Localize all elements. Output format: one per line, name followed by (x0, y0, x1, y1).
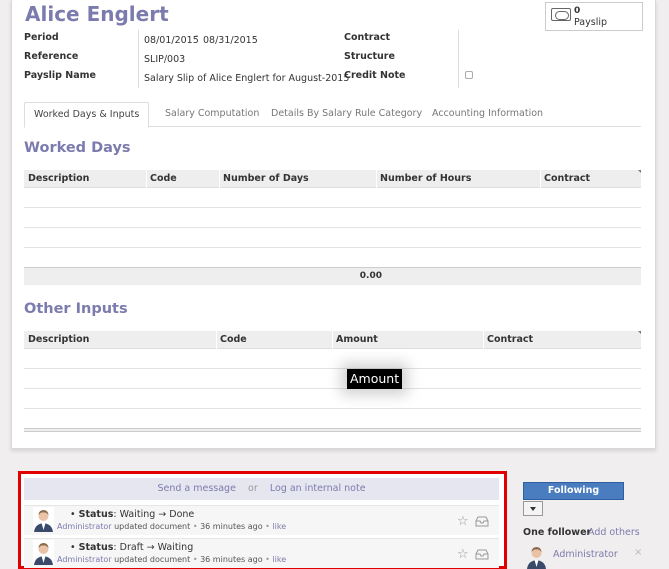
avatar (33, 540, 54, 565)
worked-days-table: Description Code Number of Days Number o… (24, 170, 641, 288)
author-link[interactable]: Administrator (57, 555, 112, 564)
tab-worked-days-inputs[interactable]: Worked Days & Inputs (24, 102, 150, 128)
send-message-link[interactable]: Send a message (157, 483, 235, 494)
log-note-link[interactable]: Log an internal note (270, 483, 366, 494)
author-link[interactable]: Administrator (57, 522, 112, 531)
status-label: Status (78, 542, 114, 553)
message-composer-bar: Send a message or Log an internal note (24, 478, 499, 500)
credit-note-checkbox[interactable] (465, 71, 473, 79)
other-inputs-title: Other Inputs (24, 301, 128, 317)
column-menu-icon (638, 170, 641, 173)
message-action: updated document (114, 522, 191, 531)
period-separator: - (195, 31, 199, 42)
like-link[interactable]: like (272, 522, 286, 531)
table-row (24, 247, 641, 248)
other-inputs-table: Description Code Amount Contract (24, 331, 641, 435)
chatter-thread: Send a message or Log an internal note •… (18, 471, 507, 569)
tab-details-by-rule-category[interactable]: Details By Salary Rule Category (262, 102, 431, 127)
message-action: updated document (114, 555, 191, 564)
status-change: : Waiting → Done (113, 509, 195, 520)
employee-name: Alice Englert (25, 2, 169, 26)
table-row (24, 368, 641, 369)
table-row (24, 207, 641, 208)
follower-name[interactable]: Administrator (553, 549, 618, 560)
status-change: : Draft → Waiting (113, 542, 194, 553)
or-text: or (248, 483, 258, 494)
payslip-smart-button[interactable]: 0 Payslip (545, 2, 643, 31)
payslip-form-sheet: Alice Englert 0 Payslip Period 08/01/201… (11, 0, 656, 449)
message-body: • Status: Draft → Waiting (70, 542, 193, 553)
message-meta: Administrator updated document • 36 minu… (57, 522, 287, 531)
column-code[interactable]: Code (216, 331, 247, 349)
message-item: • Status: Waiting → Done Administrator u… (24, 505, 499, 535)
field-separator (458, 30, 459, 88)
column-number-of-hours[interactable]: Number of Hours (376, 170, 471, 188)
status-label: Status (78, 509, 114, 520)
bullet: • (70, 509, 76, 520)
table-row (24, 227, 641, 228)
table-footer: 0.00 (24, 267, 641, 285)
credit-note-label: Credit Note (344, 70, 406, 81)
column-description[interactable]: Description (24, 170, 89, 188)
bullet: • (70, 542, 76, 553)
message-time: 36 minutes ago (200, 555, 263, 564)
table-header: Description Code Number of Days Number o… (24, 170, 641, 188)
period-to-field[interactable]: 08/31/2015 (203, 35, 258, 46)
column-description[interactable]: Description (24, 331, 89, 349)
column-menu-icon (638, 331, 641, 334)
followers-dropdown-button[interactable] (523, 501, 543, 516)
column-contract[interactable]: Contract (483, 331, 533, 349)
column-code[interactable]: Code (146, 170, 177, 188)
message-item: • Status: Draft → Waiting Administrator … (24, 538, 499, 568)
following-button[interactable]: Following (523, 482, 624, 500)
add-others-link[interactable]: Add others (588, 527, 640, 538)
archive-icon[interactable] (475, 515, 489, 530)
worked-days-total: 0.00 (359, 271, 382, 281)
field-separator (138, 30, 139, 88)
avatar (33, 507, 54, 532)
remove-follower-icon[interactable]: × (634, 547, 642, 558)
payslip-count-label: Payslip (574, 17, 608, 28)
tab-accounting-information[interactable]: Accounting Information (423, 102, 552, 127)
column-number-of-days[interactable]: Number of Days (219, 170, 309, 188)
star-icon[interactable]: ☆ (457, 515, 469, 528)
message-meta: Administrator updated document • 36 minu… (57, 555, 287, 564)
avatar (526, 544, 547, 569)
amount-tooltip: Amount (347, 369, 403, 389)
table-footer (24, 428, 641, 432)
archive-icon[interactable] (475, 548, 489, 563)
period-label: Period (24, 32, 59, 43)
structure-label: Structure (344, 51, 395, 62)
star-icon[interactable]: ☆ (457, 548, 469, 561)
notebook-tabs: Worked Days & Inputs Salary Computation … (24, 102, 641, 128)
money-icon (551, 8, 571, 21)
table-row (24, 388, 641, 389)
payslip-count: 0 (574, 6, 581, 16)
table-row (24, 408, 641, 409)
period-from-field[interactable]: 08/01/2015 (144, 35, 199, 46)
reference-field[interactable]: SLIP/003 (144, 54, 185, 65)
column-contract[interactable]: Contract (540, 170, 590, 188)
table-header: Description Code Amount Contract (24, 331, 641, 349)
worked-days-title: Worked Days (24, 140, 131, 156)
tab-salary-computation[interactable]: Salary Computation (156, 102, 268, 127)
message-time: 36 minutes ago (200, 522, 263, 531)
reference-label: Reference (24, 51, 79, 62)
message-body: • Status: Waiting → Done (70, 509, 194, 520)
contract-label: Contract (344, 32, 391, 43)
payslip-name-field[interactable]: Salary Slip of Alice Englert for August-… (144, 73, 349, 84)
payslip-name-label: Payslip Name (24, 70, 96, 81)
like-link[interactable]: like (272, 555, 286, 564)
column-amount[interactable]: Amount (332, 331, 378, 349)
followers-count-title: One follower (523, 527, 592, 538)
